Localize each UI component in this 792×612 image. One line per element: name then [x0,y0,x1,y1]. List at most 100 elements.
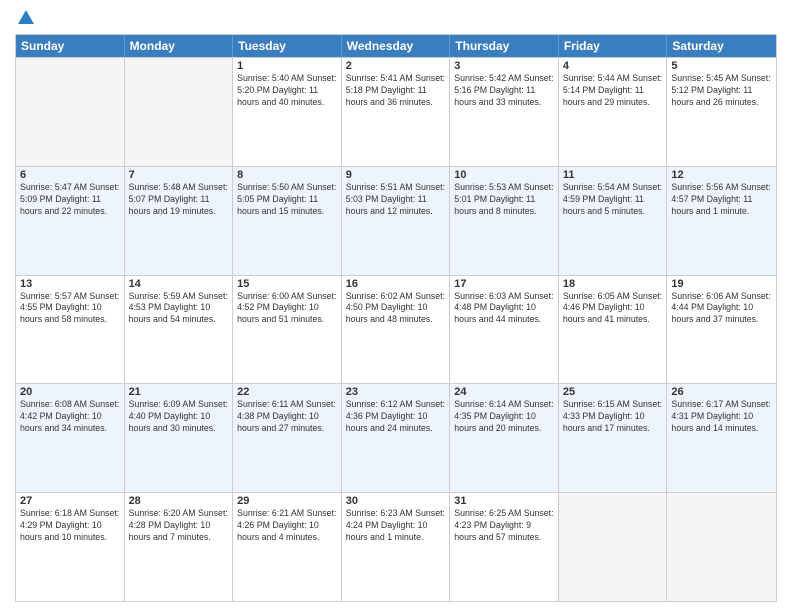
day-number: 8 [237,169,337,181]
calendar-cell [16,58,125,166]
calendar-cell: 19Sunrise: 6:06 AM Sunset: 4:44 PM Dayli… [667,276,776,384]
day-info: Sunrise: 5:48 AM Sunset: 5:07 PM Dayligh… [129,182,229,218]
calendar-cell: 12Sunrise: 5:56 AM Sunset: 4:57 PM Dayli… [667,167,776,275]
day-number: 9 [346,169,446,181]
calendar-cell: 10Sunrise: 5:53 AM Sunset: 5:01 PM Dayli… [450,167,559,275]
calendar-cell: 13Sunrise: 5:57 AM Sunset: 4:55 PM Dayli… [16,276,125,384]
calendar-row: 1Sunrise: 5:40 AM Sunset: 5:20 PM Daylig… [16,57,776,166]
day-number: 24 [454,386,554,398]
calendar-body: 1Sunrise: 5:40 AM Sunset: 5:20 PM Daylig… [16,57,776,601]
calendar-row: 6Sunrise: 5:47 AM Sunset: 5:09 PM Daylig… [16,166,776,275]
day-info: Sunrise: 6:05 AM Sunset: 4:46 PM Dayligh… [563,291,663,327]
calendar-cell [667,493,776,601]
day-number: 15 [237,278,337,290]
weekday-header: Sunday [16,35,125,57]
day-info: Sunrise: 6:09 AM Sunset: 4:40 PM Dayligh… [129,399,229,435]
day-info: Sunrise: 6:08 AM Sunset: 4:42 PM Dayligh… [20,399,120,435]
day-number: 22 [237,386,337,398]
calendar-cell: 20Sunrise: 6:08 AM Sunset: 4:42 PM Dayli… [16,384,125,492]
day-number: 7 [129,169,229,181]
logo [15,10,34,26]
calendar-header: SundayMondayTuesdayWednesdayThursdayFrid… [16,35,776,57]
day-number: 17 [454,278,554,290]
day-number: 11 [563,169,663,181]
day-number: 10 [454,169,554,181]
calendar-cell: 2Sunrise: 5:41 AM Sunset: 5:18 PM Daylig… [342,58,451,166]
calendar-cell: 16Sunrise: 6:02 AM Sunset: 4:50 PM Dayli… [342,276,451,384]
calendar-cell: 30Sunrise: 6:23 AM Sunset: 4:24 PM Dayli… [342,493,451,601]
day-info: Sunrise: 5:44 AM Sunset: 5:14 PM Dayligh… [563,73,663,109]
day-number: 12 [671,169,772,181]
day-info: Sunrise: 5:42 AM Sunset: 5:16 PM Dayligh… [454,73,554,109]
day-info: Sunrise: 5:47 AM Sunset: 5:09 PM Dayligh… [20,182,120,218]
calendar-row: 13Sunrise: 5:57 AM Sunset: 4:55 PM Dayli… [16,275,776,384]
day-number: 1 [237,60,337,72]
day-info: Sunrise: 6:03 AM Sunset: 4:48 PM Dayligh… [454,291,554,327]
logo-icon [18,10,34,24]
weekday-header: Wednesday [342,35,451,57]
weekday-header: Tuesday [233,35,342,57]
day-number: 30 [346,495,446,507]
day-number: 14 [129,278,229,290]
day-number: 3 [454,60,554,72]
day-number: 31 [454,495,554,507]
calendar-cell: 9Sunrise: 5:51 AM Sunset: 5:03 PM Daylig… [342,167,451,275]
day-number: 20 [20,386,120,398]
day-number: 21 [129,386,229,398]
day-info: Sunrise: 6:20 AM Sunset: 4:28 PM Dayligh… [129,508,229,544]
calendar-cell: 24Sunrise: 6:14 AM Sunset: 4:35 PM Dayli… [450,384,559,492]
day-info: Sunrise: 6:25 AM Sunset: 4:23 PM Dayligh… [454,508,554,544]
day-info: Sunrise: 5:51 AM Sunset: 5:03 PM Dayligh… [346,182,446,218]
day-number: 5 [671,60,772,72]
page-header [15,10,777,26]
calendar-row: 20Sunrise: 6:08 AM Sunset: 4:42 PM Dayli… [16,383,776,492]
calendar-cell: 6Sunrise: 5:47 AM Sunset: 5:09 PM Daylig… [16,167,125,275]
day-info: Sunrise: 6:15 AM Sunset: 4:33 PM Dayligh… [563,399,663,435]
day-number: 19 [671,278,772,290]
day-info: Sunrise: 5:59 AM Sunset: 4:53 PM Dayligh… [129,291,229,327]
calendar-cell: 11Sunrise: 5:54 AM Sunset: 4:59 PM Dayli… [559,167,668,275]
day-info: Sunrise: 5:53 AM Sunset: 5:01 PM Dayligh… [454,182,554,218]
calendar-cell: 14Sunrise: 5:59 AM Sunset: 4:53 PM Dayli… [125,276,234,384]
weekday-header: Monday [125,35,234,57]
calendar: SundayMondayTuesdayWednesdayThursdayFrid… [15,34,777,602]
calendar-cell: 21Sunrise: 6:09 AM Sunset: 4:40 PM Dayli… [125,384,234,492]
day-info: Sunrise: 5:56 AM Sunset: 4:57 PM Dayligh… [671,182,772,218]
calendar-cell: 27Sunrise: 6:18 AM Sunset: 4:29 PM Dayli… [16,493,125,601]
day-number: 6 [20,169,120,181]
day-info: Sunrise: 6:00 AM Sunset: 4:52 PM Dayligh… [237,291,337,327]
calendar-row: 27Sunrise: 6:18 AM Sunset: 4:29 PM Dayli… [16,492,776,601]
calendar-cell: 31Sunrise: 6:25 AM Sunset: 4:23 PM Dayli… [450,493,559,601]
calendar-cell: 26Sunrise: 6:17 AM Sunset: 4:31 PM Dayli… [667,384,776,492]
calendar-cell: 23Sunrise: 6:12 AM Sunset: 4:36 PM Dayli… [342,384,451,492]
calendar-cell: 8Sunrise: 5:50 AM Sunset: 5:05 PM Daylig… [233,167,342,275]
day-info: Sunrise: 6:12 AM Sunset: 4:36 PM Dayligh… [346,399,446,435]
calendar-cell: 22Sunrise: 6:11 AM Sunset: 4:38 PM Dayli… [233,384,342,492]
day-info: Sunrise: 6:06 AM Sunset: 4:44 PM Dayligh… [671,291,772,327]
day-info: Sunrise: 6:17 AM Sunset: 4:31 PM Dayligh… [671,399,772,435]
weekday-header: Thursday [450,35,559,57]
day-number: 29 [237,495,337,507]
calendar-cell [559,493,668,601]
day-number: 18 [563,278,663,290]
calendar-cell: 4Sunrise: 5:44 AM Sunset: 5:14 PM Daylig… [559,58,668,166]
day-number: 27 [20,495,120,507]
day-number: 25 [563,386,663,398]
day-info: Sunrise: 6:21 AM Sunset: 4:26 PM Dayligh… [237,508,337,544]
day-info: Sunrise: 5:54 AM Sunset: 4:59 PM Dayligh… [563,182,663,218]
calendar-cell: 1Sunrise: 5:40 AM Sunset: 5:20 PM Daylig… [233,58,342,166]
calendar-cell [125,58,234,166]
day-number: 23 [346,386,446,398]
day-number: 26 [671,386,772,398]
day-number: 2 [346,60,446,72]
calendar-cell: 17Sunrise: 6:03 AM Sunset: 4:48 PM Dayli… [450,276,559,384]
calendar-cell: 3Sunrise: 5:42 AM Sunset: 5:16 PM Daylig… [450,58,559,166]
calendar-cell: 28Sunrise: 6:20 AM Sunset: 4:28 PM Dayli… [125,493,234,601]
weekday-header: Saturday [667,35,776,57]
day-number: 13 [20,278,120,290]
calendar-cell: 25Sunrise: 6:15 AM Sunset: 4:33 PM Dayli… [559,384,668,492]
day-number: 28 [129,495,229,507]
day-info: Sunrise: 5:40 AM Sunset: 5:20 PM Dayligh… [237,73,337,109]
day-info: Sunrise: 6:23 AM Sunset: 4:24 PM Dayligh… [346,508,446,544]
weekday-header: Friday [559,35,668,57]
